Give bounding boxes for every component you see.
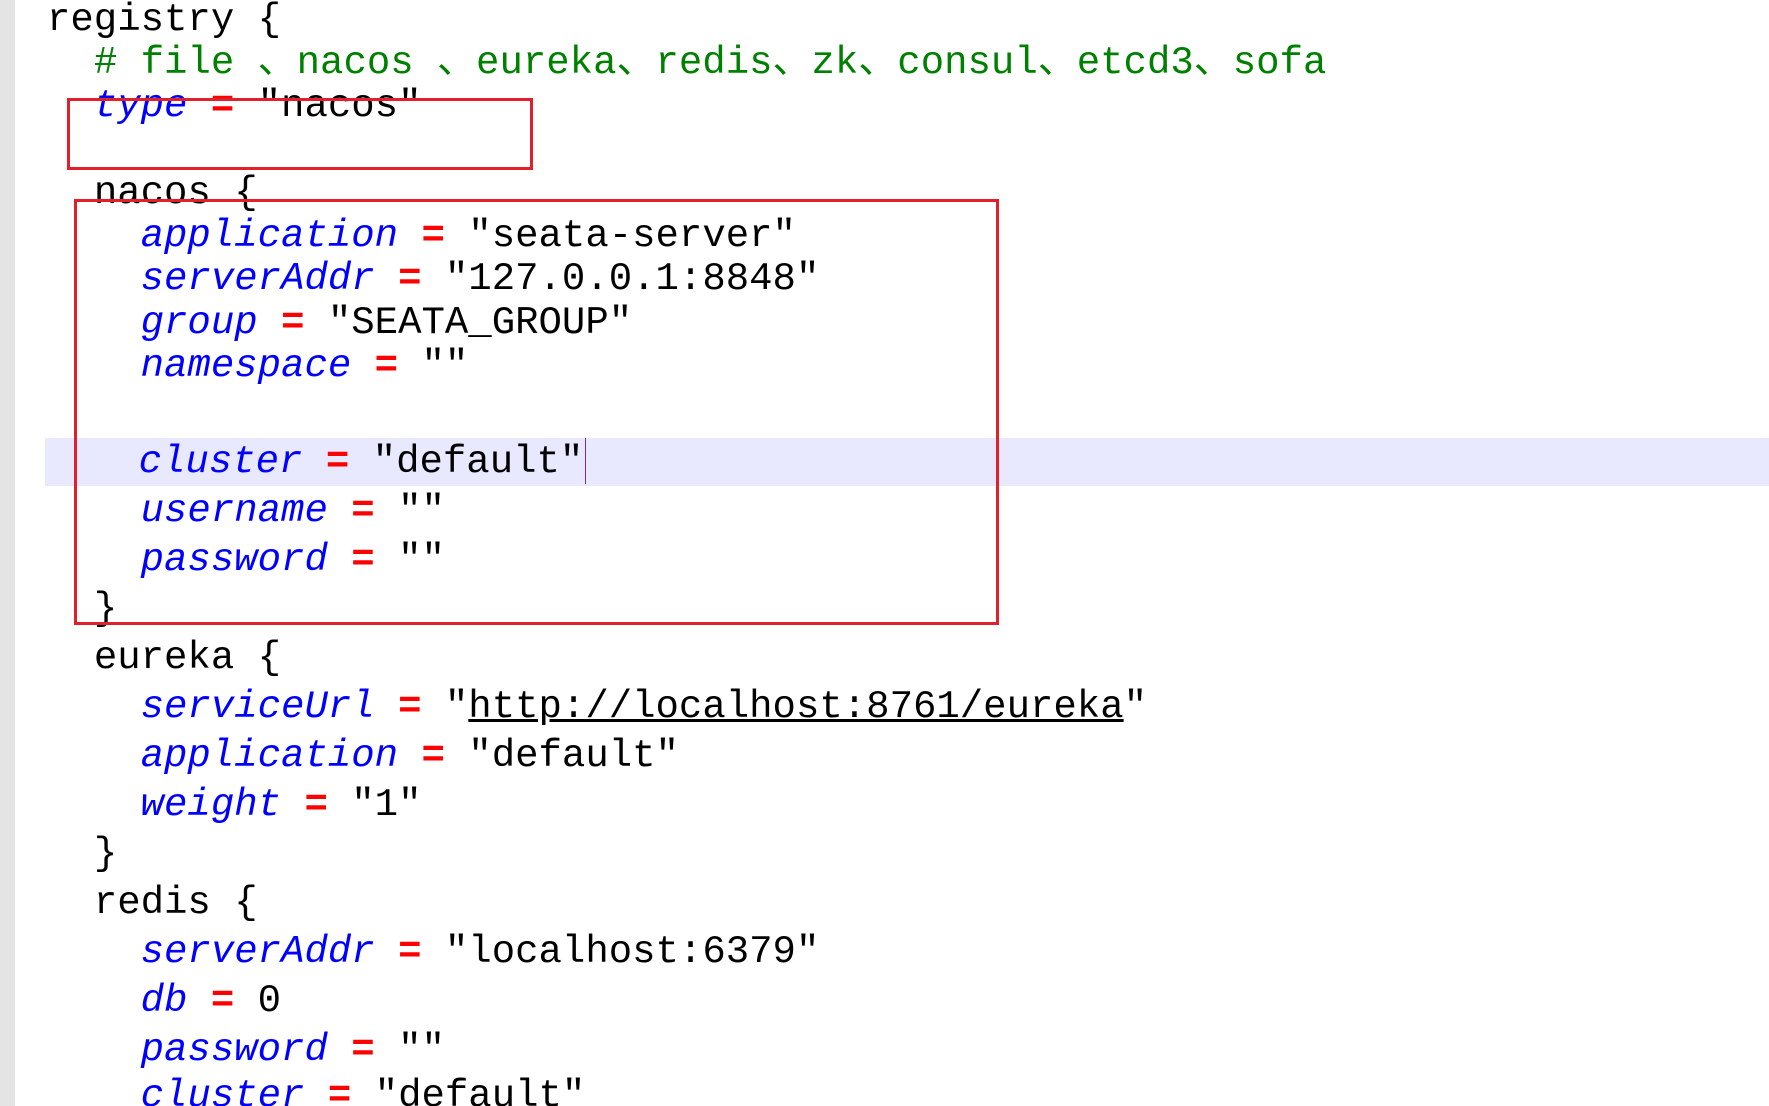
block-name: eureka bbox=[93, 636, 235, 680]
equals-operator: = bbox=[351, 1028, 375, 1072]
equals-operator: = bbox=[281, 301, 305, 345]
value-password: "" bbox=[398, 1028, 445, 1072]
open-brace: { bbox=[234, 881, 258, 925]
code-line-type: type = "nacos" bbox=[47, 82, 422, 130]
code-line-weight: weight = "1" bbox=[47, 781, 422, 829]
equals-operator: = bbox=[374, 344, 399, 388]
value-password: "" bbox=[398, 538, 445, 582]
key-type: type bbox=[93, 84, 188, 128]
equals-operator: = bbox=[210, 84, 235, 128]
equals-operator: = bbox=[421, 734, 445, 778]
open-brace: { bbox=[257, 0, 282, 42]
open-brace: { bbox=[257, 636, 282, 680]
key-namespace: namespace bbox=[140, 344, 352, 388]
equals-operator: = bbox=[351, 538, 375, 582]
editor-gutter bbox=[0, 0, 15, 1106]
open-brace: { bbox=[234, 171, 258, 215]
code-line-application: application = "seata-server" bbox=[47, 212, 796, 260]
code-line-eureka: eureka { bbox=[47, 634, 281, 682]
key-db: db bbox=[140, 979, 188, 1023]
comment: # file 、nacos 、eureka、redis、zk、consul、et… bbox=[93, 41, 1327, 85]
code-line-password: password = "" bbox=[47, 536, 445, 584]
key-cluster: cluster bbox=[138, 440, 303, 484]
equals-operator: = bbox=[327, 1074, 352, 1106]
code-line-redis-serveraddr: serverAddr = "localhost:6379" bbox=[47, 928, 820, 976]
code-area[interactable]: registry { # file 、nacos 、eureka、redis、z… bbox=[45, 0, 1769, 1106]
value-application: "default" bbox=[468, 734, 679, 778]
key-serviceurl: serviceUrl bbox=[140, 685, 375, 729]
value-username: "" bbox=[398, 489, 445, 533]
value-serveraddr: "127.0.0.1:8848" bbox=[444, 257, 820, 301]
code-line-group: group = "SEATA_GROUP" bbox=[47, 299, 633, 347]
block-name: nacos bbox=[93, 171, 211, 215]
equals-operator: = bbox=[398, 685, 422, 729]
code-line-namespace: namespace = "" bbox=[47, 342, 469, 390]
key-application: application bbox=[140, 734, 399, 778]
block-name: redis bbox=[93, 881, 211, 925]
block-name: registry bbox=[47, 0, 235, 42]
key-weight: weight bbox=[140, 783, 282, 827]
code-line-nacos: nacos { bbox=[47, 169, 258, 217]
key-group: group bbox=[140, 301, 258, 345]
key-serveraddr: serverAddr bbox=[140, 930, 375, 974]
code-line-comment: # file 、nacos 、eureka、redis、zk、consul、et… bbox=[47, 39, 1327, 87]
equals-operator: = bbox=[210, 979, 235, 1023]
code-line-cluster-current[interactable]: cluster = "default" bbox=[45, 438, 1769, 486]
code-line-eureka-application: application = "default" bbox=[47, 732, 679, 780]
code-line-close-nacos: } bbox=[47, 585, 117, 633]
code-line-username: username = "" bbox=[47, 487, 445, 535]
code-line-serviceurl: serviceUrl = "http://localhost:8761/eure… bbox=[47, 683, 1147, 731]
code-line-redis: redis { bbox=[47, 879, 258, 927]
key-username: username bbox=[140, 489, 328, 533]
key-application: application bbox=[140, 214, 399, 258]
value-application: "seata-server" bbox=[468, 214, 796, 258]
value-type: "nacos" bbox=[257, 84, 422, 128]
code-line-serveraddr: serverAddr = "127.0.0.1:8848" bbox=[47, 255, 820, 303]
key-serveraddr: serverAddr bbox=[140, 257, 375, 301]
equals-operator: = bbox=[421, 214, 445, 258]
value-serveraddr: "localhost:6379" bbox=[444, 930, 820, 974]
value-namespace: "" bbox=[421, 344, 469, 388]
value-cluster: "default" bbox=[374, 1074, 586, 1106]
code-line-registry: registry { bbox=[47, 0, 281, 44]
code-editor[interactable]: registry { # file 、nacos 、eureka、redis、z… bbox=[0, 0, 1769, 1106]
close-brace: } bbox=[93, 832, 118, 876]
value-cluster: "default" bbox=[372, 440, 584, 484]
value-weight: "1" bbox=[351, 783, 422, 827]
key-password: password bbox=[140, 1028, 328, 1072]
code-line-redis-cluster: cluster = "default" bbox=[47, 1072, 586, 1106]
code-line-close-eureka: } bbox=[47, 830, 117, 878]
equals-operator: = bbox=[398, 930, 422, 974]
close-brace: } bbox=[93, 587, 118, 631]
equals-operator: = bbox=[304, 783, 328, 827]
url-link[interactable]: http://localhost:8761/eureka bbox=[468, 685, 1123, 729]
code-line-redis-password: password = "" bbox=[47, 1026, 445, 1074]
code-line-db: db = 0 bbox=[47, 977, 281, 1025]
key-cluster: cluster bbox=[140, 1074, 305, 1106]
quote-close: " bbox=[1123, 685, 1148, 729]
text-caret bbox=[585, 438, 587, 484]
quote-open: " bbox=[444, 685, 469, 729]
equals-operator: = bbox=[398, 257, 422, 301]
value-db: 0 bbox=[257, 979, 282, 1023]
equals-operator: = bbox=[325, 440, 350, 484]
equals-operator: = bbox=[351, 489, 375, 533]
key-password: password bbox=[140, 538, 328, 582]
value-group: "SEATA_GROUP" bbox=[327, 301, 633, 345]
